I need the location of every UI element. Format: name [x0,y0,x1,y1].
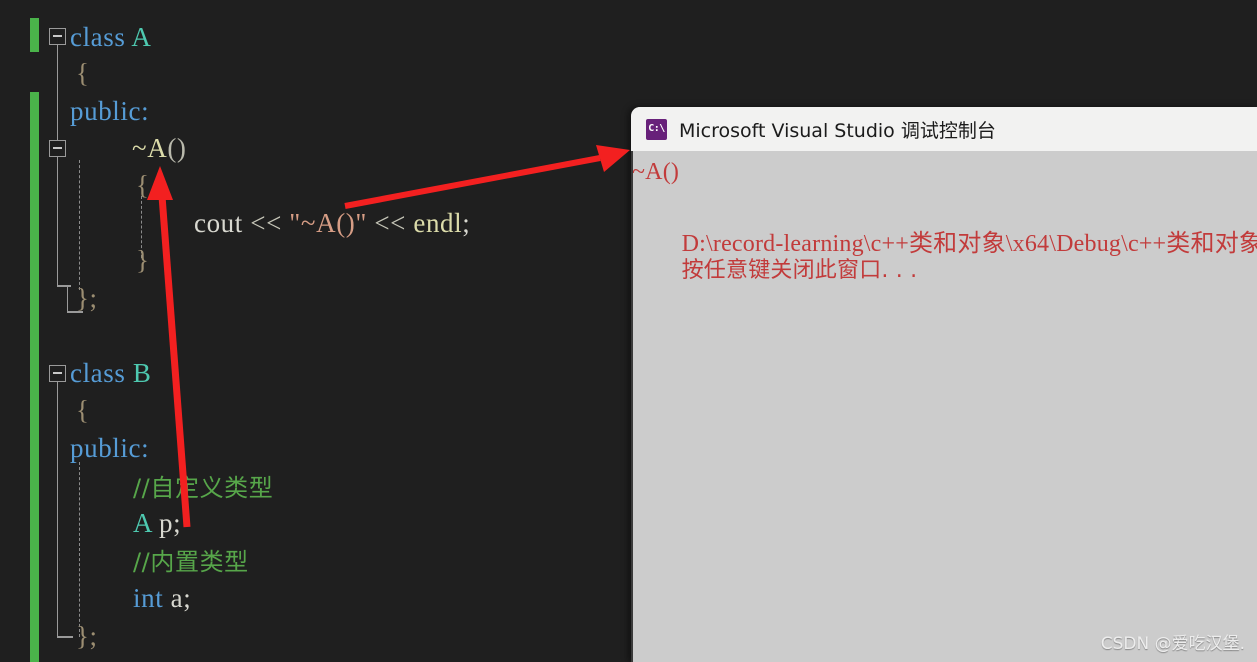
token-keyword-public: public: [70,96,150,126]
code-line-class-b: class B [70,358,151,388]
indent-guide-class-a [79,160,80,290]
token-endl: endl [413,208,463,238]
token-keyword-class: class [70,358,126,388]
change-bar-segment-top [30,18,39,52]
code-line-public-b: public: [70,433,149,463]
fold-foot-class-b [56,636,73,638]
console-output-line-1: ~A() [632,159,680,185]
token-type-a: A [131,22,152,52]
token-function-destructor: ~A [132,133,168,163]
screenshot-root: class A { public: ~A() { cout << "~A()" … [0,0,1257,662]
code-line-cout: cout << "~A()" << endl; [194,208,470,238]
token-member-p: p; [158,508,182,538]
token-keyword-class: class [70,22,126,52]
console-app-icon: C:\ [646,118,667,140]
token-brace-open: { [76,395,90,425]
fold-connector-destructor [56,157,59,285]
console-title-label: Microsoft Visual Studio 调试控制台 [679,119,996,142]
console-title-bar[interactable]: C:\ Microsoft Visual Studio 调试控制台 [631,107,1257,151]
console-press-key-text: 按任意键关闭此窗口. . . [681,258,918,283]
code-line-comment-custom-type: //自定义类型 [133,472,273,503]
fold-connector-class-b [56,382,59,636]
code-line-destructor-open-brace: { [136,170,150,200]
fold-toggle-class-b[interactable] [49,365,66,382]
code-line-member-p: A p; [133,508,181,538]
console-left-edge [631,151,633,662]
code-line-public-a: public: [70,96,149,126]
indent-guide-class-b [79,462,80,637]
token-parens: () [167,133,187,163]
token-shift-operator-2: << [374,208,407,238]
fold-foot-destructor [56,285,71,287]
token-comment-builtin-type: //内置类型 [133,548,249,576]
editor-gutter [0,0,28,662]
fold-connector-class-a [56,45,59,145]
debug-console-window[interactable]: C:\ Microsoft Visual Studio 调试控制台 ~A() D… [631,107,1257,662]
code-line-destructor-close-brace: } [136,245,150,275]
console-icon-glyph: C:\ [648,123,665,134]
token-brace-open: { [76,58,90,88]
token-type-b: B [132,358,152,388]
token-keyword-int: int [133,583,164,613]
token-brace-close: } [136,245,150,275]
token-cout: cout [194,208,243,238]
token-brace-open: { [136,170,150,200]
code-line-class-b-open-brace: { [76,395,90,425]
code-line-class-b-close: }; [76,621,98,651]
code-line-class-a-open-brace: { [76,58,90,88]
code-line-class-a: class A [70,22,151,52]
code-line-destructor-decl: ~A() [132,133,187,163]
token-string-literal: "~A()" [289,208,367,238]
fold-toggle-destructor[interactable] [49,140,66,157]
fold-toggle-class-a[interactable] [49,28,66,45]
token-shift-operator: << [250,208,282,238]
token-semicolon: ; [462,208,471,238]
change-bar-segment-main [30,92,39,662]
console-output-area[interactable]: ~A() D:\record-learning\c++类和对象\x64\Debu… [631,151,1257,662]
csdn-watermark: CSDN @爱吃汉堡. [1100,634,1245,654]
token-brace-close-semi: }; [76,621,98,651]
code-line-class-a-close: }; [76,283,98,313]
code-line-comment-builtin-type: //内置类型 [133,546,249,577]
token-type-a: A [133,508,152,538]
code-line-member-a: int a; [133,583,191,613]
console-output-line-4: 按任意键关闭此窗口. . . [632,231,918,310]
token-comment-custom-type: //自定义类型 [133,474,274,502]
token-member-a: a; [170,583,192,613]
token-brace-close-semi: }; [76,283,98,313]
fold-connector-class-a-lower [66,285,69,311]
token-keyword-public: public: [70,433,150,463]
